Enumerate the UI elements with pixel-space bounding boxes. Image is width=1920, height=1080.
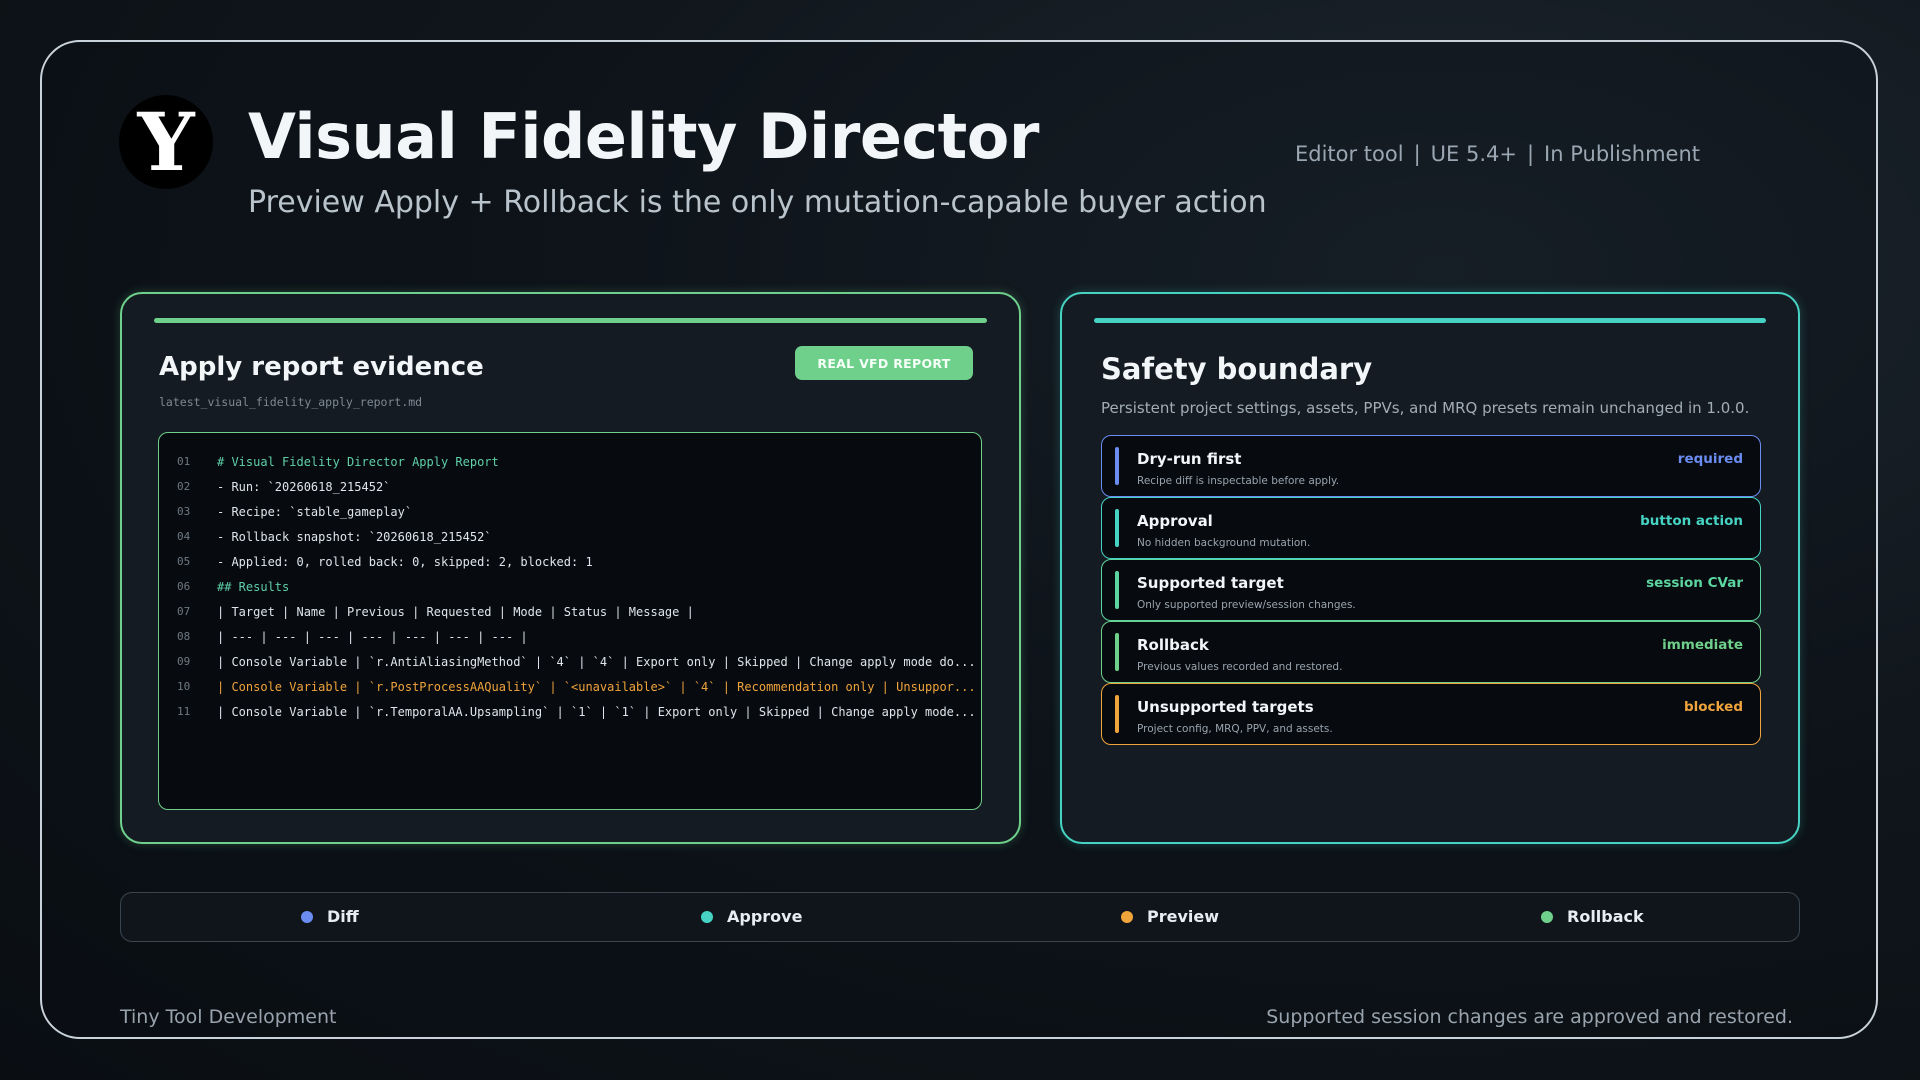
rule-accent-bar (1115, 571, 1119, 609)
legend-label: Approve (727, 907, 803, 926)
legend-item-approve: Approve (701, 907, 802, 926)
code-line: 07 | Target | Name | Previous | Requested… (159, 599, 981, 624)
logo-letter: Y (137, 95, 195, 189)
safety-rule-card: Approval No hidden background mutation. bu… (1101, 497, 1761, 559)
rule-title: Approval (1137, 512, 1213, 530)
rule-description: No hidden background mutation. (1137, 537, 1311, 549)
code-line: 08 | --- | --- | --- | --- | --- | --- | … (159, 624, 981, 649)
code-text: | Console Variable | `r.PostProcessAAQua… (217, 679, 976, 694)
code-line: 02 - Run: `20260618_215452` (159, 474, 981, 499)
line-number: 10 (177, 680, 191, 693)
report-code-block[interactable]: 01 # Visual Fidelity Director Apply Repor… (158, 432, 982, 810)
code-text: - Run: `20260618_215452` (217, 479, 391, 494)
meta-separator: | (1413, 142, 1421, 166)
safety-boundary-description: Persistent project settings, assets, PPV… (1101, 399, 1750, 417)
code-line: 09 | Console Variable | `r.AntiAliasingMe… (159, 649, 981, 674)
code-line: 01 # Visual Fidelity Director Apply Repor… (159, 449, 981, 474)
rule-title: Supported target (1137, 574, 1284, 592)
rule-tag: session CVar (1646, 575, 1743, 591)
meta-type: Editor tool (1294, 142, 1404, 166)
footer-note: Supported session changes are approved a… (1266, 1006, 1793, 1028)
meta-version: UE 5.4+ (1430, 142, 1517, 166)
rule-description: Only supported preview/session changes. (1137, 599, 1356, 611)
rule-description: Recipe diff is inspectable before apply. (1137, 475, 1340, 487)
rule-tag: required (1677, 451, 1743, 467)
code-text: - Applied: 0, rolled back: 0, skipped: 2… (217, 554, 593, 569)
workflow-legend: Diff Approve Preview Rollback (120, 892, 1800, 942)
code-line: 06 ## Results (159, 574, 981, 599)
safety-rule-card: Rollback Previous values recorded and res… (1101, 621, 1761, 683)
code-line: 04 - Rollback snapshot: `20260618_215452` (159, 524, 981, 549)
code-line: 05 - Applied: 0, rolled back: 0, skipped:… (159, 549, 981, 574)
meta-separator: | (1526, 142, 1535, 166)
line-number: 02 (177, 480, 191, 493)
rule-accent-bar (1115, 509, 1119, 547)
page-title: Visual Fidelity Director (248, 100, 1039, 173)
line-number: 11 (177, 705, 191, 718)
logo: Y (119, 95, 213, 189)
rule-title: Unsupported targets (1137, 698, 1314, 716)
code-text: - Rollback snapshot: `20260618_215452` (217, 529, 492, 544)
rule-accent-bar (1115, 695, 1119, 733)
code-text: # Visual Fidelity Director Apply Report (217, 454, 499, 469)
code-line: 03 - Recipe: `stable_gameplay` (159, 499, 981, 524)
legend-dot (1121, 910, 1133, 923)
line-number: 06 (177, 580, 191, 593)
rule-title: Rollback (1137, 636, 1209, 654)
report-filename: latest_visual_fidelity_apply_report.md (159, 395, 423, 409)
code-line: 10 | Console Variable | `r.PostProcessAAQ… (159, 674, 981, 699)
code-text: | --- | --- | --- | --- | --- | --- | --… (217, 629, 528, 644)
header-meta: Editor tool | UE 5.4+ | In Publishment (1295, 142, 1700, 166)
code-text: ## Results (217, 579, 290, 594)
rule-tag: button action (1640, 513, 1743, 529)
rule-title: Dry-run first (1137, 450, 1242, 468)
line-number: 07 (177, 605, 191, 618)
footer-studio: Tiny Tool Development (120, 1006, 337, 1028)
safety-boundary-panel: Safety boundary Persistent project setti… (1060, 292, 1800, 844)
legend-item-rollback: Rollback (1541, 907, 1644, 926)
code-text: - Recipe: `stable_gameplay` (217, 504, 413, 519)
safety-rule-card: Dry-run first Recipe diff is inspectable … (1101, 435, 1761, 497)
line-number: 09 (177, 655, 191, 668)
legend-item-diff: Diff (301, 907, 359, 926)
meta-status: In Publishment (1544, 142, 1700, 166)
legend-item-preview: Preview (1121, 907, 1219, 926)
safety-rule-card: Supported target Only supported preview/s… (1101, 559, 1761, 621)
safety-rule-card: Unsupported targets Project config, MRQ, … (1101, 683, 1761, 745)
page-subtitle: Preview Apply + Rollback is the only mut… (248, 185, 1267, 220)
safety-boundary-title: Safety boundary (1101, 352, 1373, 386)
code-line: 11 | Console Variable | `r.TemporalAA.Ups… (159, 699, 981, 724)
legend-label: Preview (1147, 907, 1220, 926)
legend-label: Diff (327, 907, 359, 926)
panel-accent-bar (1094, 318, 1766, 323)
line-number: 01 (177, 455, 191, 468)
rule-tag: immediate (1662, 637, 1743, 653)
rule-accent-bar (1115, 447, 1119, 485)
apply-report-panel: Apply report evidence latest_visual_fide… (120, 292, 1021, 844)
panel-accent-bar (154, 318, 987, 323)
legend-dot (1541, 910, 1553, 923)
code-text: | Console Variable | `r.AntiAliasingMeth… (217, 654, 976, 669)
line-number: 05 (177, 555, 191, 568)
line-number: 08 (177, 630, 191, 643)
rule-description: Previous values recorded and restored. (1137, 661, 1343, 673)
code-text: | Console Variable | `r.TemporalAA.Upsam… (217, 704, 976, 719)
legend-dot (701, 910, 713, 923)
apply-report-title: Apply report evidence (159, 352, 484, 382)
code-text: | Target | Name | Previous | Requested |… (217, 604, 694, 619)
rule-tag: blocked (1683, 699, 1743, 715)
line-number: 03 (177, 505, 191, 518)
line-number: 04 (177, 530, 191, 543)
rule-accent-bar (1115, 633, 1119, 671)
rule-description: Project config, MRQ, PPV, and assets. (1137, 723, 1333, 735)
legend-label: Rollback (1567, 907, 1644, 926)
legend-dot (301, 910, 313, 923)
real-report-badge[interactable]: REAL VFD REPORT (795, 346, 973, 380)
